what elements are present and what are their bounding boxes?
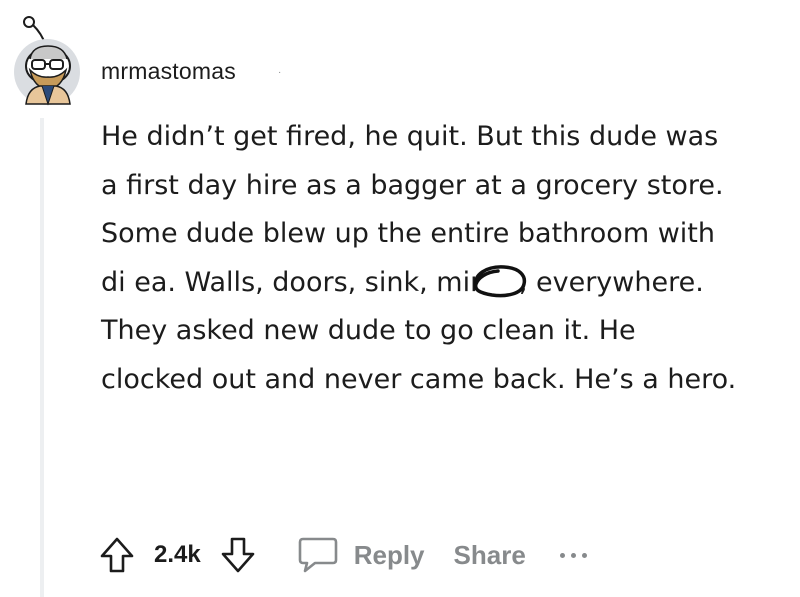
- comment-body: He didn’t get fired, he quit. But this d…: [101, 121, 737, 395]
- comment-actions: 2.4k Reply Share: [98, 530, 587, 580]
- scribble-circle-icon: [468, 262, 530, 300]
- reply-label: Reply: [353, 539, 425, 570]
- comment-author[interactable]: mrmastomas: [101, 58, 236, 85]
- more-dot: [559, 552, 565, 558]
- vote-score: 2.4k: [154, 541, 201, 568]
- arrow-up-icon[interactable]: [98, 535, 136, 575]
- thread-line[interactable]: [40, 118, 44, 597]
- snoo-avatar-icon[interactable]: [12, 14, 82, 106]
- more-dot: [581, 552, 587, 558]
- reply-button[interactable]: Reply: [297, 535, 425, 575]
- more-dot: [570, 552, 576, 558]
- chat-bubble-icon: [297, 535, 339, 575]
- share-button[interactable]: Share: [454, 540, 526, 571]
- arrow-down-icon[interactable]: [219, 535, 257, 575]
- ellipsis-icon[interactable]: [559, 545, 587, 565]
- separator-dot: ·: [278, 67, 282, 78]
